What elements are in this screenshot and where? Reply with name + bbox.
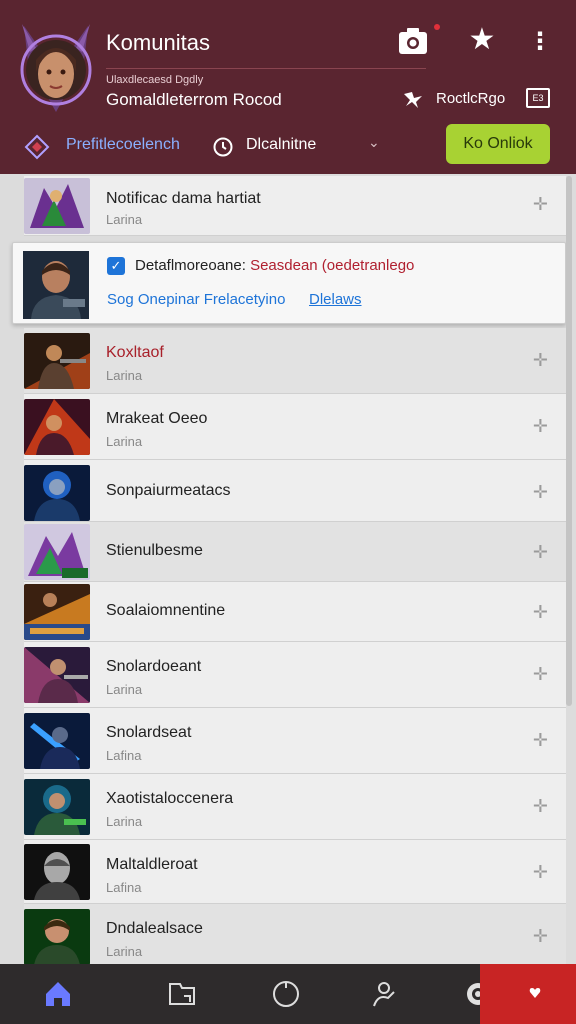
item-name: Soalaiomnentine [106,602,226,619]
game-thumbnail [24,844,90,900]
camera-icon[interactable] [396,24,430,58]
list-item[interactable]: Snolardseat Lafina ✛ [24,708,566,774]
star-icon[interactable]: ★ [464,22,500,58]
item-name: Stienulbesme [106,542,203,559]
list-item[interactable]: Notificac dama hartiat Larina ✛ [24,176,566,236]
add-icon[interactable]: ✛ [533,664,548,685]
list-item[interactable]: Stienulbesme ✛ [24,522,566,582]
list-item[interactable]: Dndalealsace Larina ✛ [24,904,566,964]
list-item[interactable]: Soalaiomnentine ✛ [24,582,566,642]
nav-favorite-tab[interactable] [480,964,576,1024]
item-name: Maltaldleroat [106,856,198,873]
item-sub: Larina [106,814,143,829]
notification-card[interactable]: ✓ Detaflmoreoane: Seasdean (oedetranlego… [12,242,566,324]
item-name: Notificac dama hartiat [106,190,261,207]
rank-icon [404,92,422,108]
list-item[interactable]: Mrakeat Oeeo Larina ✛ [24,394,566,460]
bottom-navigation [0,964,576,1024]
item-name: Koxltaof [106,344,164,361]
notification-thumbnail [23,251,89,319]
clock-icon [213,137,233,157]
folder-icon[interactable] [162,974,202,1014]
game-thumbnail [24,647,90,703]
rank-label: RoctlcRgo [436,90,506,107]
list-item[interactable]: Sonpaiurmeatacs ✛ [24,460,566,522]
list-item[interactable]: Maltaldleroat Lafina ✛ [24,840,566,904]
game-thumbnail [24,584,90,640]
add-icon[interactable]: ✛ [533,602,548,623]
user-avatar[interactable] [18,22,94,114]
item-sub: Lafina [106,880,142,895]
game-thumbnail [24,713,90,769]
page-title: Komunitas [106,30,210,55]
sort-dropdown[interactable]: Dlcalnitne [246,136,316,154]
online-button[interactable]: Ko Onliok [446,124,550,164]
more-icon[interactable]: ⋮ [526,24,554,60]
add-icon[interactable]: ✛ [533,416,548,437]
scrollbar[interactable] [566,176,572,706]
game-thumbnail [24,524,90,580]
add-icon[interactable]: ✛ [533,730,548,751]
item-sub: Lafina [106,748,142,763]
add-icon[interactable]: ✛ [533,482,548,503]
filter-bar: Prefitlecoelench Dlcalnitne ⌄ Ko Onliok [0,118,576,174]
diamond-icon[interactable] [24,134,50,160]
item-name: Dndalealsace [106,920,203,937]
list-item[interactable]: Xaotistaloccenera Larina ✛ [24,774,566,840]
chevron-down-icon[interactable]: ⌄ [368,134,380,151]
header-divider [106,68,426,69]
community-list: Notificac dama hartiat Larina ✛ ✓ Detafl… [0,176,576,964]
add-icon[interactable]: ✛ [533,542,548,563]
add-icon[interactable]: ✛ [533,926,548,947]
home-icon[interactable] [38,974,78,1014]
game-thumbnail [24,399,90,455]
circle-icon[interactable] [266,974,306,1014]
item-sub: Larina [106,682,143,697]
item-sub: Larina [106,434,143,449]
header-subtitle: Ulaxdlecaesd Dgdly [106,74,204,86]
notification-link[interactable]: Sog Onepinar Frelacetyino [107,291,285,308]
add-icon[interactable]: ✛ [533,194,548,215]
game-thumbnail [24,465,90,521]
notification-dot [434,24,440,30]
user-name: Gomaldleterrom Rocod [106,90,282,109]
filter-dropdown[interactable]: Prefitlecoelench [66,136,180,154]
item-sub: Larina [106,944,143,959]
item-sub: Larina [106,212,143,227]
item-name: Xaotistaloccenera [106,790,234,807]
item-name: Snolardoeant [106,658,202,675]
notification-prefix: Detaflmoreoane: [135,257,246,274]
list-item[interactable]: Koxltaof Larina ✛ [24,328,566,394]
notification-highlight: Seasdean (oedetranlego [250,257,415,274]
add-icon[interactable]: ✛ [533,350,548,371]
notification-message: Detaflmoreoane: Seasdean (oedetranlego [135,257,414,274]
item-sub: Larina [106,368,143,383]
game-thumbnail [24,779,90,835]
item-name: Sonpaiurmeatacs [106,482,231,499]
list-item[interactable]: Snolardoeant Larina ✛ [24,642,566,708]
rank-badge[interactable]: E3 [526,88,550,108]
heart-icon [529,988,541,998]
item-name: Mrakeat Oeeo [106,410,208,427]
game-thumbnail [24,178,90,234]
profile-icon[interactable] [364,974,404,1014]
details-link[interactable]: Dlelaws [309,291,362,308]
game-thumbnail [24,909,90,964]
notification-checkbox[interactable]: ✓ [107,257,125,275]
app-header: Komunitas Ulaxdlecaesd Dgdly Gomaldleter… [0,0,576,174]
item-name: Snolardseat [106,724,192,741]
add-icon[interactable]: ✛ [533,862,548,883]
game-thumbnail [24,333,90,389]
add-icon[interactable]: ✛ [533,796,548,817]
